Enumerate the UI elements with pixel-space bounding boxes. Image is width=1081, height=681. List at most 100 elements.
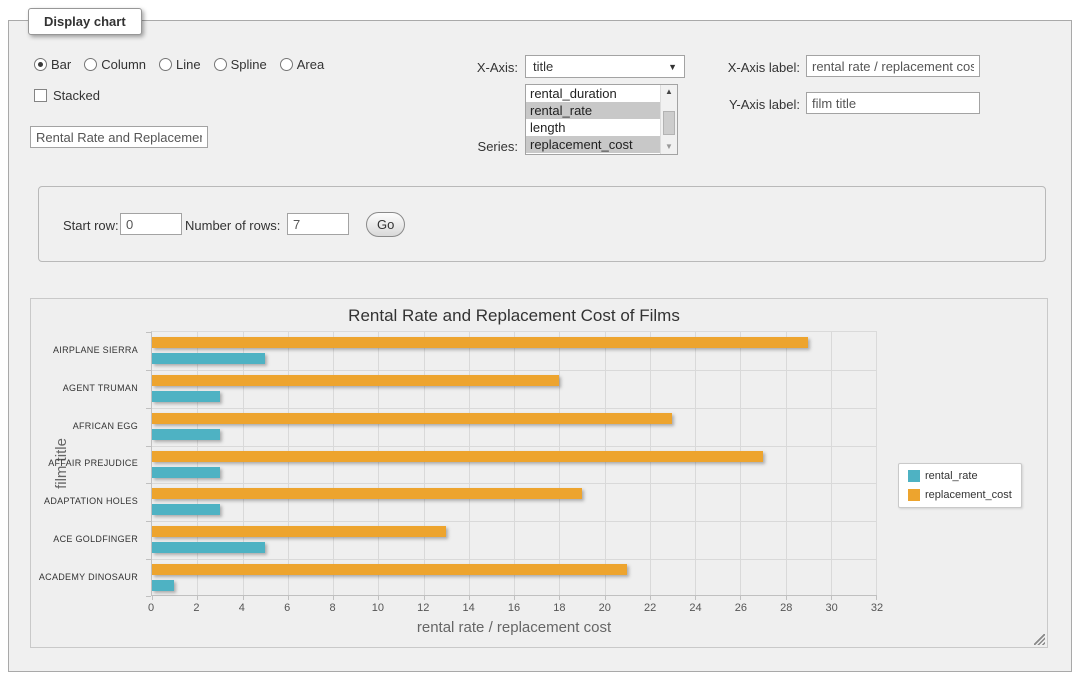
gridline [605,332,606,595]
x-tick-label: 26 [735,602,747,614]
gridline [831,332,832,595]
radio-column[interactable]: Column [84,57,146,72]
bar-rental_rate[interactable] [152,504,220,515]
radio-spline[interactable]: Spline [214,57,267,72]
gridline [197,332,198,595]
x-axis-label-text: X-Axis label: [700,60,800,75]
chart-title: Rental Rate and Replacement Cost of Film… [151,306,877,326]
x-axis-label-input[interactable] [806,55,980,77]
x-tick-label: 4 [239,602,245,614]
y-tick [146,596,151,597]
chart-title-input[interactable] [30,126,208,148]
band-separator [152,483,876,484]
scrollbar-thumb[interactable] [663,111,675,135]
chevron-down-icon: ▼ [668,62,677,72]
gridline [333,332,334,595]
bar-replacement_cost[interactable] [152,375,559,386]
x-tick-label: 24 [689,602,701,614]
x-tick [333,595,334,600]
plot-area [151,331,877,596]
x-tick-label: 0 [148,602,154,614]
bar-replacement_cost[interactable] [152,526,446,537]
y-tick [146,408,151,409]
band-separator [152,521,876,522]
x-tick [740,595,741,600]
listbox-scrollbar[interactable]: ▲ ▼ [660,85,677,154]
band-separator [152,559,876,560]
series-select-label: Series: [420,139,518,154]
legend-swatch [908,489,920,501]
radio-line[interactable]: Line [159,57,201,72]
x-tick [876,595,877,600]
radio-label: Area [297,57,324,72]
category-label: AGENT TRUMAN [31,369,145,407]
y-tick [146,370,151,371]
series-listbox[interactable]: rental_durationrental_ratelengthreplacem… [525,84,678,155]
category-label: ACE GOLDFINGER [31,520,145,558]
bar-rental_rate[interactable] [152,467,220,478]
bar-replacement_cost[interactable] [152,451,763,462]
x-tick [695,595,696,600]
number-of-rows-label: Number of rows: [185,218,280,233]
x-tick [424,595,425,600]
x-axis-select[interactable]: title ▼ [525,55,685,78]
x-tick [197,595,198,600]
radio-bar[interactable]: Bar [34,57,71,72]
x-axis-select-label: X-Axis: [420,60,518,75]
radio-icon [280,58,293,71]
bar-rental_rate[interactable] [152,353,265,364]
x-tick-label: 30 [826,602,838,614]
start-row-input[interactable] [120,213,182,235]
fieldset-legend-tab: Display chart [28,8,142,35]
x-tick [786,595,787,600]
bar-replacement_cost[interactable] [152,488,582,499]
x-tick-labels: 02468101214161820222426283032 [151,602,877,615]
band-separator [152,408,876,409]
scroll-down-icon[interactable]: ▼ [661,140,677,154]
x-tick-label: 22 [644,602,656,614]
bar-rental_rate[interactable] [152,391,220,402]
x-tick-label: 32 [871,602,883,614]
gridline [514,332,515,595]
bar-replacement_cost[interactable] [152,564,627,575]
bar-rental_rate[interactable] [152,429,220,440]
listbox-option[interactable]: replacement_cost [526,136,660,153]
x-tick-label: 16 [508,602,520,614]
legend-item[interactable]: replacement_cost [908,489,1012,501]
x-tick [288,595,289,600]
legend-item[interactable]: rental_rate [908,470,1012,482]
x-tick-label: 6 [284,602,290,614]
y-tick [146,521,151,522]
bar-rental_rate[interactable] [152,542,265,553]
gridline [469,332,470,595]
resize-grip-icon[interactable] [1034,634,1045,645]
y-axis-label-input[interactable] [806,92,980,114]
radio-icon [84,58,97,71]
radio-icon [159,58,172,71]
category-label: ADAPTATION HOLES [31,482,145,520]
bar-replacement_cost[interactable] [152,413,672,424]
x-tick [378,595,379,600]
number-of-rows-input[interactable] [287,213,349,235]
x-tick-label: 18 [553,602,565,614]
category-label: AFRICAN EGG [31,407,145,445]
listbox-option[interactable]: length [526,119,660,136]
bar-rental_rate[interactable] [152,580,174,591]
x-tick-label: 2 [193,602,199,614]
listbox-option[interactable]: rental_duration [526,85,660,102]
x-tick [831,595,832,600]
radio-label: Column [101,57,146,72]
gridline [378,332,379,595]
radio-area[interactable]: Area [280,57,324,72]
listbox-option[interactable]: rental_rate [526,102,660,119]
go-button[interactable]: Go [366,212,405,237]
radio-label: Line [176,57,201,72]
stacked-checkbox[interactable]: Stacked [34,88,100,103]
radio-icon [214,58,227,71]
x-tick [605,595,606,600]
x-tick-label: 8 [329,602,335,614]
gridline [559,332,560,595]
rows-panel: Start row: Number of rows: Go [38,186,1046,262]
scroll-up-icon[interactable]: ▲ [661,85,677,99]
bar-replacement_cost[interactable] [152,337,808,348]
